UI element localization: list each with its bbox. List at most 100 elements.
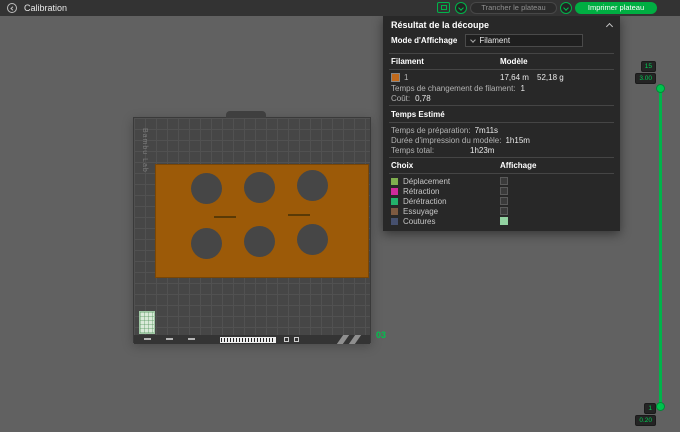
display-mode-value: Filament: [479, 36, 510, 45]
chevron-down-icon: [458, 5, 464, 11]
estimated-time-title: Temps Estimé: [383, 108, 620, 120]
slice-plate-button[interactable]: Trancher le plateau: [470, 2, 557, 14]
plate-glyph: [441, 5, 447, 10]
cost-value: 0,78: [415, 94, 431, 103]
time-row: Durée d'impression du modèle: 1h15m: [383, 135, 620, 145]
plate-brand-text: Bambu Lab: [141, 128, 148, 173]
legend-checkbox[interactable]: [500, 207, 508, 215]
slider-bottom-badges: 1 0.20: [624, 403, 656, 426]
bottom-height-badge: 0.20: [635, 415, 656, 426]
divider: [389, 53, 614, 54]
build-plate[interactable]: Bambu Lab: [133, 117, 371, 343]
app-window: Bambu Lab: [0, 0, 680, 432]
panel-title: Résultat de la découpe: [391, 20, 489, 30]
legend-checkbox[interactable]: [500, 217, 508, 225]
chevron-left-icon: [10, 6, 14, 10]
model-hole: [297, 224, 328, 255]
legend-row: Dérétraction: [383, 196, 620, 206]
column-header-model: Modèle: [500, 57, 528, 66]
display-mode-label: Mode d'Affichage: [391, 36, 457, 45]
edge-mark: [188, 338, 195, 340]
divider: [389, 122, 614, 123]
filament-weight: 52,18 g: [537, 73, 564, 82]
slice-dropdown-button[interactable]: [455, 2, 467, 14]
back-icon[interactable]: [7, 3, 17, 13]
column-header-filament: Filament: [391, 57, 500, 66]
edge-mark: [166, 338, 173, 340]
top-layer-badge: 15: [641, 61, 656, 72]
model-hole: [191, 173, 222, 204]
edge-stripe: [349, 335, 361, 344]
legend-checkbox[interactable]: [500, 187, 508, 195]
chevron-down-icon: [563, 5, 569, 11]
time-value: 7m11s: [475, 126, 498, 135]
legend-color-swatch: [391, 218, 398, 225]
top-height-badge: 3.00: [635, 73, 656, 84]
legend-label: Déplacement: [403, 177, 500, 186]
legend-row: Essuyage: [383, 206, 620, 216]
model-hole: [191, 228, 222, 259]
plate-front-edge: [134, 335, 370, 344]
legend-label: Coutures: [403, 217, 500, 226]
edge-icon: [284, 337, 289, 342]
legend-row: Coutures: [383, 216, 620, 226]
top-toolbar: Calibration Trancher le plateau Imprimer…: [0, 0, 680, 16]
model-slot: [214, 216, 236, 218]
time-value: 1h23m: [470, 146, 494, 155]
legend-checkbox[interactable]: [500, 197, 508, 205]
time-row: Temps total: 1h23m: [383, 145, 620, 155]
time-label: Durée d'impression du modèle:: [391, 136, 505, 145]
legend-color-swatch: [391, 208, 398, 215]
divider: [389, 173, 614, 174]
model-hole: [244, 172, 275, 203]
legend-row: Rétraction: [383, 186, 620, 196]
legend-checkbox[interactable]: [500, 177, 508, 185]
cost-label: Coût:: [391, 94, 410, 103]
layer-slider-track[interactable]: [659, 88, 662, 406]
filament-color-swatch: [391, 73, 400, 82]
time-label: Temps de préparation:: [391, 126, 475, 135]
bottom-layer-badge: 1: [644, 403, 656, 414]
time-label: Temps total:: [391, 146, 470, 155]
filament-length: 17,64 m: [500, 73, 537, 82]
legend-label: Essuyage: [403, 207, 500, 216]
slider-top-badges: 15 3.00: [624, 61, 656, 84]
plate-number-badge: 03: [376, 330, 386, 340]
collapse-panel-icon[interactable]: [606, 22, 613, 29]
legend-color-swatch: [391, 188, 398, 195]
edge-stripe: [337, 335, 349, 344]
time-value: 1h15m: [505, 136, 529, 145]
filament-id: 1: [404, 73, 408, 82]
divider: [389, 69, 614, 70]
print-plate-button[interactable]: Imprimer plateau: [575, 2, 657, 14]
divider: [389, 157, 614, 158]
slice-plate-icon[interactable]: [437, 2, 450, 13]
legend-row: Déplacement: [383, 176, 620, 186]
sliced-model[interactable]: [155, 164, 369, 278]
filament-change-value: 1: [521, 84, 525, 93]
print-dropdown-button[interactable]: [560, 2, 572, 14]
legend-color-swatch: [391, 178, 398, 185]
plate-barcode-label: [220, 337, 276, 343]
edge-mark: [144, 338, 151, 340]
model-slot: [288, 214, 310, 216]
legend-label: Dérétraction: [403, 197, 500, 206]
time-row: Temps de préparation: 7m11s: [383, 125, 620, 135]
legend-label: Rétraction: [403, 187, 500, 196]
divider: [389, 105, 614, 106]
plate-handle-notch: [226, 111, 266, 118]
slice-result-panel: Résultat de la découpe Mode d'Affichage …: [383, 16, 620, 231]
column-header-display: Affichage: [500, 161, 536, 170]
layer-slider-bottom-handle[interactable]: [656, 402, 665, 411]
chevron-down-icon: [471, 37, 477, 43]
display-mode-dropdown[interactable]: Filament: [465, 34, 583, 47]
edge-icon: [294, 337, 299, 342]
page-title: Calibration: [24, 3, 67, 13]
column-header-choice: Choix: [391, 161, 500, 170]
plate-corner-marker: [139, 311, 155, 334]
filament-change-label: Temps de changement de filament:: [391, 84, 516, 93]
layer-slider-top-handle[interactable]: [656, 84, 665, 93]
model-hole: [297, 170, 328, 201]
legend-color-swatch: [391, 198, 398, 205]
model-hole: [244, 226, 275, 257]
